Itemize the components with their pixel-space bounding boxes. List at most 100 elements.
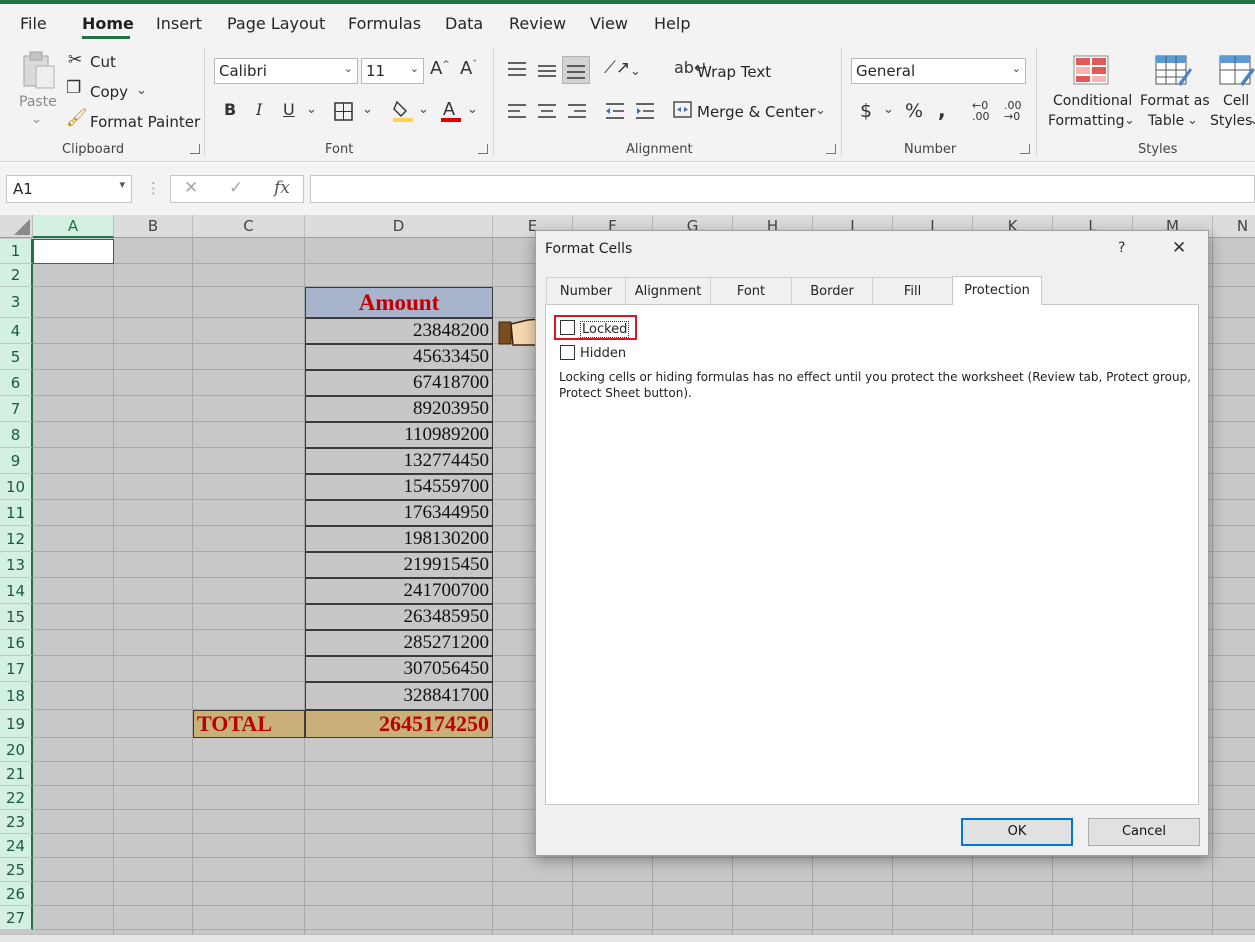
amount-header-cell[interactable]: Amount [305, 287, 493, 318]
tab-insert[interactable]: Insert [156, 14, 202, 33]
row-header-10[interactable]: 10 [0, 474, 33, 500]
format-as-table-chevron-icon[interactable]: ⌄ [1187, 113, 1198, 128]
cancel-entry-icon[interactable]: ✕ [184, 178, 198, 198]
insert-function-icon[interactable]: fx [274, 178, 290, 198]
merge-center-chevron-icon[interactable]: ⌄ [815, 103, 826, 118]
increase-indent-icon[interactable] [634, 102, 656, 120]
confirm-entry-icon[interactable]: ✓ [229, 178, 243, 198]
row-header-11[interactable]: 11 [0, 500, 33, 526]
align-right-icon[interactable] [566, 102, 588, 120]
tab-data[interactable]: Data [445, 14, 483, 33]
conditional-formatting-chevron-icon[interactable]: ⌄ [1124, 113, 1135, 128]
borders-icon[interactable] [334, 102, 354, 122]
tab-home[interactable]: Home [82, 14, 134, 33]
orientation-icon[interactable]: ⟋↗ [604, 60, 630, 77]
amount-cell[interactable]: 219915450 [305, 552, 493, 578]
tab-fill[interactable]: Fill [872, 277, 953, 304]
locked-label[interactable]: Locked [580, 321, 630, 338]
row-header-21[interactable]: 21 [0, 762, 33, 786]
conditional-formatting-button[interactable]: Conditional [1053, 93, 1132, 109]
paste-icon[interactable] [20, 50, 56, 90]
total-label-cell[interactable]: TOTAL [193, 710, 305, 738]
active-cell-a1[interactable] [33, 239, 114, 264]
currency-icon[interactable]: $ [860, 102, 872, 121]
format-as-table-icon[interactable] [1154, 54, 1192, 88]
tab-font[interactable]: Font [710, 277, 792, 304]
currency-chevron-icon[interactable]: ⌄ [883, 102, 894, 117]
font-launcher-icon[interactable] [478, 144, 488, 154]
amount-cell[interactable]: 132774450 [305, 448, 493, 474]
row-header-26[interactable]: 26 [0, 882, 33, 906]
percent-icon[interactable]: % [905, 102, 923, 121]
font-size-select[interactable]: 11 ⌄ [361, 58, 424, 84]
amount-cell[interactable]: 241700700 [305, 578, 493, 604]
row-header-19[interactable]: 19 [0, 710, 33, 738]
tab-formulas[interactable]: Formulas [348, 14, 421, 33]
formula-input[interactable] [310, 175, 1255, 203]
format-painter-button[interactable]: Format Painter [90, 113, 200, 131]
copy-chevron-icon[interactable]: ⌄ [136, 83, 147, 98]
font-color-icon[interactable]: A [440, 98, 462, 124]
row-header-16[interactable]: 16 [0, 630, 33, 656]
decrease-decimal-icon[interactable]: .00 →0 [1004, 100, 1022, 122]
amount-cell[interactable]: 89203950 [305, 396, 493, 422]
font-color-chevron-icon[interactable]: ⌄ [467, 102, 478, 117]
decrease-indent-icon[interactable] [604, 102, 626, 120]
format-as-table-button[interactable]: Format as [1140, 93, 1210, 109]
cut-button[interactable]: Cut [90, 53, 116, 71]
align-bottom-icon[interactable] [562, 56, 590, 84]
clipboard-launcher-icon[interactable] [190, 144, 200, 154]
column-header-n[interactable]: N [1213, 215, 1255, 238]
fill-color-chevron-icon[interactable]: ⌄ [418, 102, 429, 117]
row-header-22[interactable]: 22 [0, 786, 33, 810]
row-header-20[interactable]: 20 [0, 738, 33, 762]
tab-file[interactable]: File [20, 14, 47, 33]
align-middle-icon[interactable] [536, 62, 558, 80]
row-header-6[interactable]: 6 [0, 370, 33, 396]
underline-button[interactable]: U [283, 102, 295, 118]
amount-cell[interactable]: 110989200 [305, 422, 493, 448]
paste-button[interactable]: Paste [19, 94, 57, 110]
cell-styles-chevron-icon[interactable]: ⌄ [1249, 113, 1255, 128]
align-left-icon[interactable] [506, 102, 528, 120]
align-center-icon[interactable] [536, 102, 558, 120]
cell-styles-button[interactable]: Cell [1223, 93, 1249, 109]
name-box-dropdown-icon[interactable]: ▾ [119, 178, 125, 191]
amount-cell[interactable]: 154559700 [305, 474, 493, 500]
orientation-chevron-icon[interactable]: ⌄ [630, 64, 641, 79]
help-button[interactable]: ? [1118, 240, 1125, 256]
merge-center-button[interactable]: Merge & Center [697, 103, 816, 121]
italic-button[interactable]: I [256, 102, 262, 118]
comma-style-icon[interactable]: , [938, 100, 946, 120]
wrap-text-button[interactable]: Wrap Text [697, 63, 771, 81]
row-header-8[interactable]: 8 [0, 422, 33, 448]
row-header-5[interactable]: 5 [0, 344, 33, 370]
amount-cell[interactable]: 263485950 [305, 604, 493, 630]
fill-color-icon[interactable] [392, 98, 414, 124]
row-header-7[interactable]: 7 [0, 396, 33, 422]
column-header-a[interactable]: A [33, 215, 114, 238]
sheet-tabs-bar[interactable] [0, 934, 1255, 942]
ok-button[interactable]: OK [961, 818, 1073, 846]
row-header-27[interactable]: 27 [0, 906, 33, 930]
amount-cell[interactable]: 45633450 [305, 344, 493, 370]
tab-help[interactable]: Help [654, 14, 690, 33]
cell-styles-icon[interactable] [1218, 54, 1255, 88]
borders-chevron-icon[interactable]: ⌄ [362, 102, 373, 117]
locked-checkbox[interactable] [560, 320, 575, 335]
amount-cell[interactable]: 328841700 [305, 682, 493, 710]
hidden-label[interactable]: Hidden [580, 346, 626, 361]
row-header-18[interactable]: 18 [0, 682, 33, 710]
column-header-d[interactable]: D [305, 215, 493, 238]
column-header-c[interactable]: C [193, 215, 305, 238]
number-launcher-icon[interactable] [1020, 144, 1030, 154]
decrease-font-icon[interactable]: Aˇ [460, 60, 477, 78]
amount-cell[interactable]: 23848200 [305, 318, 493, 344]
row-header-13[interactable]: 13 [0, 552, 33, 578]
paste-chevron-icon[interactable]: ⌄ [31, 112, 42, 127]
tab-protection[interactable]: Protection [952, 276, 1042, 305]
row-header-17[interactable]: 17 [0, 656, 33, 682]
copy-button[interactable]: Copy [90, 83, 128, 101]
tab-view[interactable]: View [590, 14, 628, 33]
row-header-14[interactable]: 14 [0, 578, 33, 604]
